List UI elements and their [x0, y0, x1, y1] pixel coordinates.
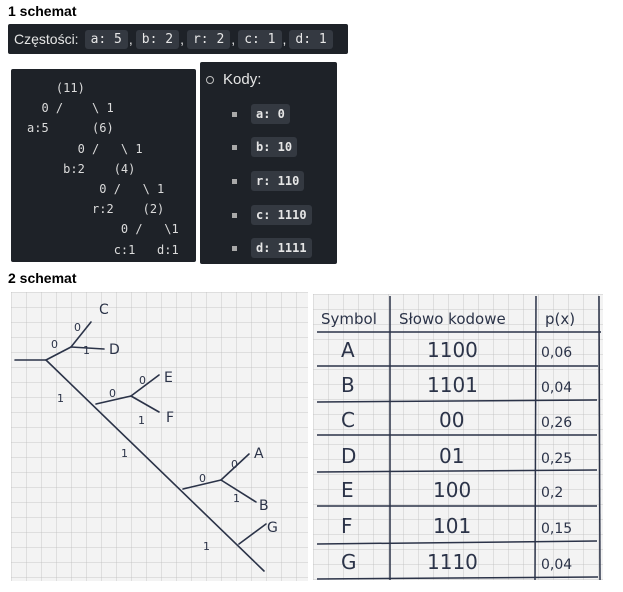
tree-label: E: [164, 370, 173, 386]
frequency-chip: r: 2: [186, 29, 231, 49]
edge-label: 1: [121, 447, 128, 460]
code-item: a: 0: [232, 104, 290, 124]
square-bullet-icon: [232, 111, 237, 117]
table-cell: 0,06: [541, 345, 572, 361]
codes-title: Kody:: [223, 71, 262, 88]
table-photo-drawing: Symbol Słowo kodowe p(x) A 1100 0,06 B 1101 0…: [313, 294, 603, 580]
edge-label: 0: [139, 374, 146, 387]
square-bullet-icon: [232, 144, 237, 150]
square-bullet-icon: [232, 178, 237, 184]
tree-label: B: [259, 498, 269, 514]
tree-line: b:2 (4): [27, 161, 136, 176]
frequency-chip: a: 5: [84, 29, 128, 49]
tree-label: A: [254, 446, 264, 462]
code-chip: d: 1111: [251, 238, 312, 258]
code-tree-text: (11) 0 / \ 1 a:5 (6) 0 / \ 1 b:2 (4) 0 /…: [11, 69, 196, 260]
code-chip: b: 10: [251, 137, 298, 157]
code-item: c: 1110: [232, 205, 312, 225]
table-cell: 0,26: [541, 415, 572, 431]
frequency-bar: Częstości: a: 5, b: 2, r: 2, c: 1, d: 1: [8, 24, 348, 54]
table-cell: 1110: [427, 550, 478, 574]
tree-line: a:5 (6): [27, 121, 114, 136]
edge-label: 0: [199, 472, 206, 485]
tree-photo-drawing: C D E F A B G 0 1 0 1 0 1 0 1 0 1 0 1: [11, 292, 308, 581]
code-item: b: 10: [232, 137, 298, 157]
tree-photo: C D E F A B G 0 1 0 1 0 1 0 1 0 1 0 1: [11, 292, 308, 581]
table-cell: 0,25: [541, 451, 572, 467]
tree-line: r:2 (2): [27, 202, 165, 217]
tree-line: 0 / \ 1: [27, 141, 143, 156]
edge-label: 1: [83, 344, 90, 357]
table-cell: 0,04: [541, 557, 572, 573]
code-chip: r: 110: [251, 171, 305, 191]
section-2-heading: 2 schemat: [8, 270, 77, 286]
tree-line: 0 / \1: [27, 222, 179, 237]
frequency-chip: d: 1: [289, 29, 333, 49]
table-header: Symbol: [321, 310, 377, 328]
table-cell: 1101: [427, 373, 478, 397]
table-cell: 101: [433, 514, 471, 538]
square-bullet-icon: [232, 245, 237, 251]
table-cell: 0,04: [541, 380, 572, 396]
frequency-chip: b: 2: [135, 29, 180, 49]
table-cell: E: [341, 478, 354, 502]
code-chip: c: 1110: [251, 205, 312, 225]
edge-label: 1: [138, 414, 145, 427]
tree-label: C: [99, 302, 109, 318]
tree-line: c:1 d:1: [27, 242, 179, 257]
edge-label: 1: [57, 392, 64, 405]
table-cell: 100: [433, 478, 471, 502]
table-header: p(x): [545, 310, 575, 328]
code-chip: a: 0: [251, 104, 290, 124]
edge-label: 0: [74, 321, 81, 334]
tree-line: (11): [27, 81, 85, 95]
hollow-bullet-icon: [206, 75, 214, 84]
table-cell: F: [341, 514, 353, 538]
table-cell: B: [341, 373, 355, 397]
section-1-heading: 1 schemat: [8, 3, 77, 19]
table-cell: G: [341, 550, 357, 574]
table-cell: A: [341, 338, 355, 362]
code-item: d: 1111: [232, 238, 312, 258]
table-header: Słowo kodowe: [399, 310, 506, 328]
tree-line: 0 / \ 1: [27, 182, 165, 197]
table-cell: D: [341, 444, 356, 468]
tree-label: G: [267, 520, 278, 536]
edge-label: 0: [109, 387, 116, 400]
table-cell: 0,15: [541, 521, 572, 537]
tree-label: F: [166, 410, 174, 426]
square-bullet-icon: [232, 212, 237, 218]
edge-label: 0: [51, 338, 58, 351]
tree-line: 0 / \ 1: [27, 101, 114, 116]
codes-heading: Kody:: [206, 71, 261, 88]
table-cell: 01: [439, 444, 464, 468]
edge-label: 1: [233, 492, 240, 505]
table-cell: 00: [439, 408, 464, 432]
codes-panel: Kody: a: 0 b: 10 r: 110 c: 1110 d: 1111: [200, 62, 337, 264]
frequency-chip: c: 1: [238, 29, 282, 49]
table-photo: Symbol Słowo kodowe p(x) A 1100 0,06 B 1101 0…: [313, 294, 603, 580]
table-cell: 1100: [427, 338, 478, 362]
tree-label: D: [109, 342, 120, 358]
frequency-label: Częstości:: [14, 31, 79, 47]
edge-label: 0: [231, 458, 238, 471]
code-tree-panel: (11) 0 / \ 1 a:5 (6) 0 / \ 1 b:2 (4) 0 /…: [11, 69, 196, 262]
code-item: r: 110: [232, 171, 305, 191]
edge-label: 1: [203, 540, 210, 553]
table-cell: 0,2: [541, 485, 563, 501]
table-cell: C: [341, 408, 355, 432]
